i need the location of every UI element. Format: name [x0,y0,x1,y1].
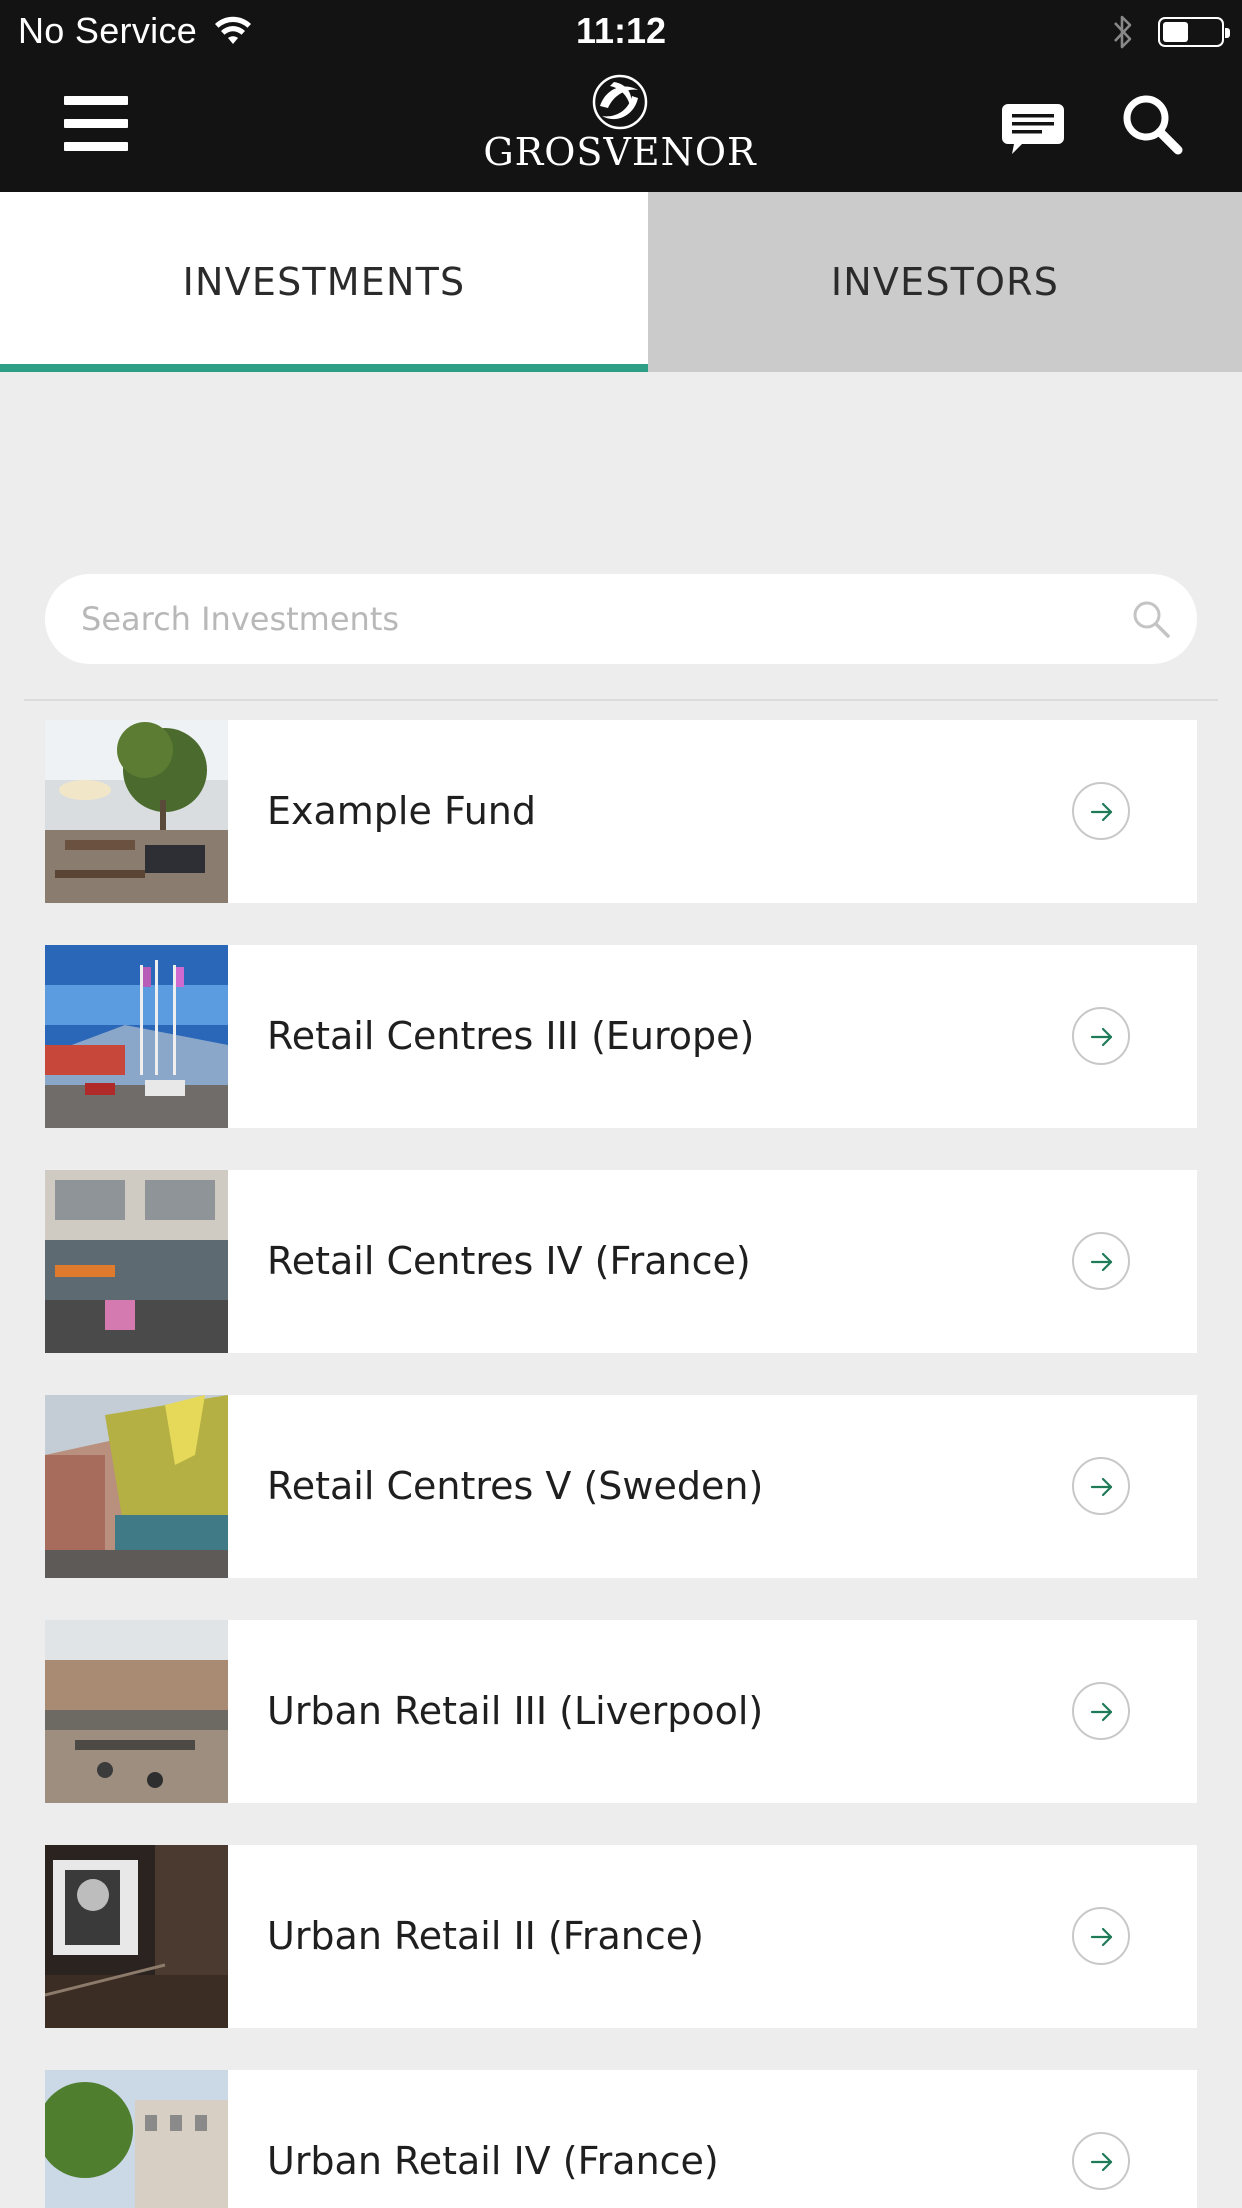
fund-item[interactable]: Urban Retail II (France) [45,1845,1197,2028]
fund-arrow-button[interactable] [1072,782,1130,840]
battery-icon [1158,17,1230,47]
fund-arrow-button[interactable] [1072,1232,1130,1290]
fund-thumbnail [45,1170,228,1353]
fund-item[interactable]: Retail Centres III (Europe) [45,945,1197,1128]
arrow-right-circle-icon [1090,1927,1113,1947]
fund-arrow-button[interactable] [1072,1682,1130,1740]
search-button[interactable] [1120,92,1184,156]
status-bar: No Service 11:12 [0,0,1242,62]
fund-name: Retail Centres V (Sweden) [267,1464,764,1508]
menu-icon [64,96,130,151]
arrow-right-circle-icon [1090,1702,1113,1722]
fund-item[interactable]: Urban Retail IV (France) [45,2070,1197,2208]
arrow-right-circle-icon [1090,1252,1113,1272]
tab-investments[interactable]: INVESTMENTS [0,192,648,372]
fund-arrow-button[interactable] [1072,1907,1130,1965]
arrow-right-circle-icon [1090,1477,1113,1497]
chat-button[interactable] [1000,100,1066,156]
app-screen: No Service 11:12 GROSVENOR INVESTMENTS I… [0,0,1242,2208]
fund-thumbnail [45,1845,228,2028]
search-icon [1123,95,1183,155]
logo-text: GROSVENOR [483,130,757,174]
tab-investors[interactable]: INVESTORS [648,192,1242,372]
fund-item[interactable]: Retail Centres V (Sweden) [45,1395,1197,1578]
fund-item[interactable]: Urban Retail III (Liverpool) [45,1620,1197,1803]
app-header: GROSVENOR [0,62,1242,192]
fund-name: Retail Centres IV (France) [267,1239,751,1283]
tab-investments-label: INVESTMENTS [182,260,466,304]
arrow-right-circle-icon [1090,802,1113,822]
fund-arrow-button[interactable] [1072,1457,1130,1515]
fund-thumbnail [45,945,228,1128]
tab-bar: INVESTMENTS INVESTORS [0,192,1242,372]
battery-level [1163,22,1188,42]
fund-arrow-button[interactable] [1072,2132,1130,2190]
tab-investors-label: INVESTORS [830,260,1060,304]
fund-name: Example Fund [267,789,537,833]
clock: 11:12 [575,10,667,51]
fund-name: Urban Retail IV (France) [267,2139,719,2183]
battery-tip [1225,28,1230,38]
fund-name: Retail Centres III (Europe) [267,1014,755,1058]
logo-mark-icon [592,74,648,130]
search-bar [45,574,1197,664]
bluetooth-icon [1114,15,1132,49]
arrow-right-circle-icon [1090,2152,1113,2172]
fund-name: Urban Retail III (Liverpool) [267,1689,764,1733]
fund-arrow-button[interactable] [1072,1007,1130,1065]
grosvenor-logo: GROSVENOR [470,72,770,182]
fund-item[interactable]: Example Fund [45,720,1197,903]
fund-name: Urban Retail II (France) [267,1914,704,1958]
fund-thumbnail [45,1620,228,1803]
status-right [1110,12,1230,52]
search-input[interactable] [81,574,1081,664]
divider [24,699,1218,701]
fund-thumbnail [45,2070,228,2208]
fund-item[interactable]: Retail Centres IV (France) [45,1170,1197,1353]
menu-button[interactable] [64,96,130,152]
chat-icon [1002,104,1064,154]
arrow-right-circle-icon [1090,1027,1113,1047]
fund-thumbnail [45,720,228,903]
search-field-icon[interactable] [1130,598,1172,640]
fund-thumbnail [45,1395,228,1578]
